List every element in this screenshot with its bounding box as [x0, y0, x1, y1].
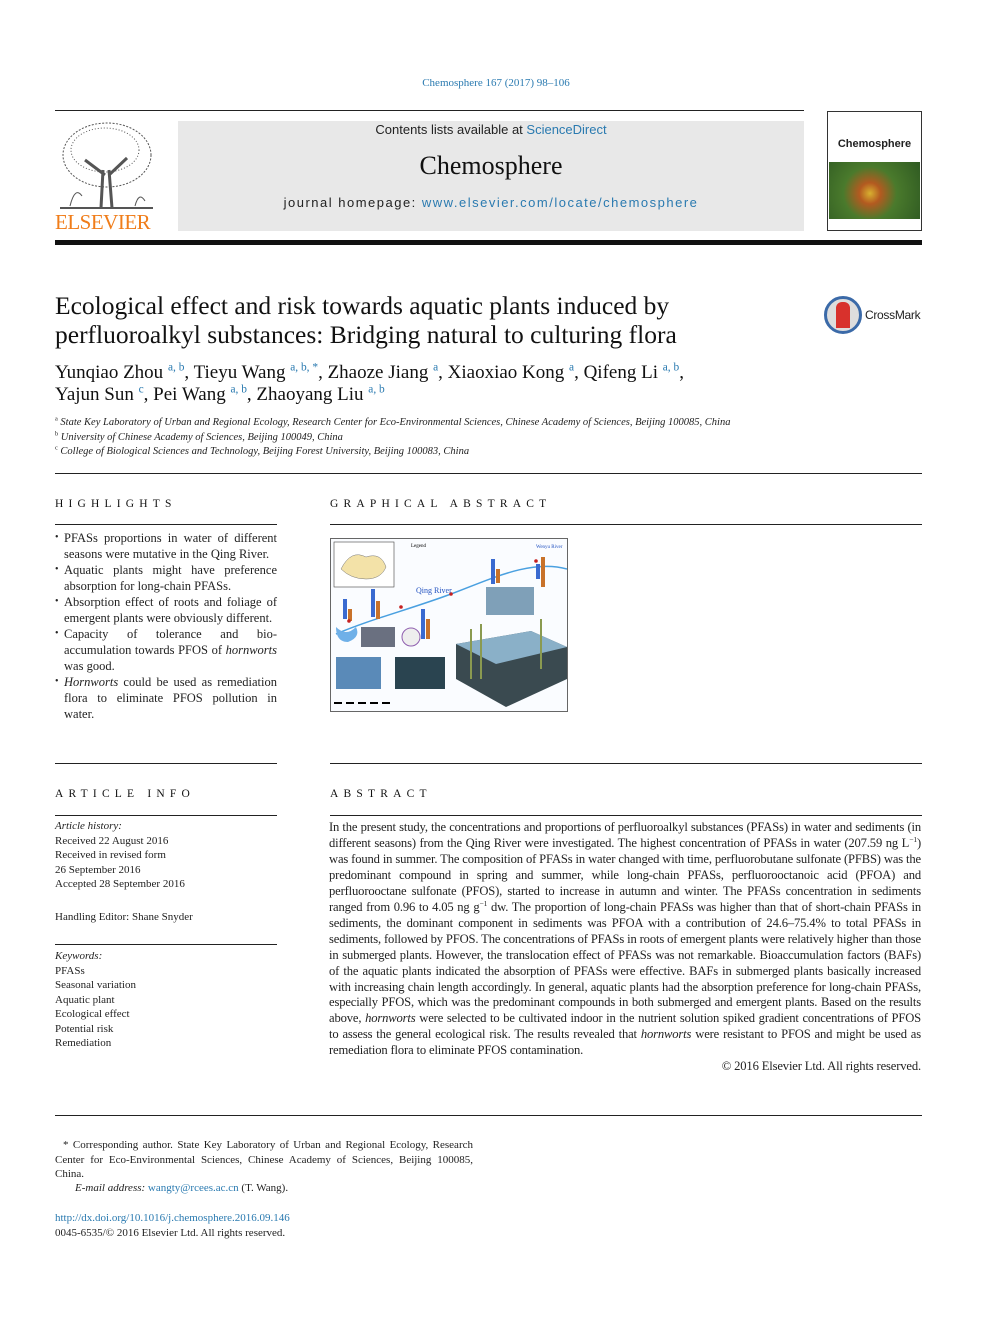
- divider: [330, 763, 922, 764]
- divider: [55, 815, 277, 816]
- graphical-abstract-heading: GRAPHICAL ABSTRACT: [330, 498, 552, 510]
- keywords-label: Keywords:: [55, 950, 103, 962]
- divider: [55, 110, 804, 111]
- author[interactable]: Yajun Sun c: [55, 384, 144, 405]
- history-item: 26 September 2016: [55, 863, 141, 876]
- divider: [55, 1115, 922, 1116]
- highlights-list: PFASs proportions in water of different …: [55, 530, 277, 722]
- divider: [55, 944, 277, 945]
- article-info-heading: ARTICLE INFO: [55, 788, 195, 800]
- author[interactable]: Tieyu Wang a, b, *: [194, 362, 319, 383]
- abstract-heading: ABSTRACT: [330, 788, 432, 800]
- keywords: Keywords: PFASs Seasonal variation Aquat…: [55, 949, 277, 1051]
- elsevier-logo: ELSEVIER: [55, 120, 155, 235]
- divider: [330, 524, 922, 525]
- author[interactable]: Yunqiao Zhou a, b: [55, 362, 184, 383]
- abstract-copyright: © 2016 Elsevier Ltd. All rights reserved…: [721, 1059, 921, 1074]
- divider: [55, 763, 277, 764]
- abstract-body: In the present study, the concentrations…: [329, 820, 921, 1075]
- journal-name: Chemosphere: [419, 151, 563, 180]
- keyword: Potential risk: [55, 1022, 114, 1035]
- crossmark-label: CrossMark: [865, 308, 921, 322]
- journal-banner: Contents lists available at ScienceDirec…: [178, 121, 804, 231]
- graphical-abstract-figure: Qing River Wenyu River Legend: [333, 541, 567, 707]
- corresponding-author-note: * Corresponding author. State Key Labora…: [55, 1139, 473, 1180]
- email-line: E-mail address: wangty@rcees.ac.cn (T. W…: [75, 1182, 289, 1194]
- email-link[interactable]: wangty@rcees.ac.cn: [148, 1182, 239, 1194]
- divider: [55, 240, 922, 245]
- divider: [330, 815, 922, 816]
- keyword: Remediation: [55, 1037, 112, 1049]
- homepage-prefix: journal homepage:: [283, 195, 422, 210]
- ga-label-wenyu-river: Wenyu River: [536, 545, 563, 550]
- contents-prefix: Contents lists available at: [375, 122, 527, 137]
- sciencedirect-link[interactable]: ScienceDirect: [526, 122, 606, 137]
- crossmark-icon: [824, 296, 862, 334]
- highlight-item: Capacity of tolerance and bio-accumulati…: [55, 626, 277, 674]
- author[interactable]: Pei Wang a, b: [153, 384, 247, 405]
- ga-label-qing-river: Qing River: [416, 586, 452, 595]
- highlights-heading: HIGHLIGHTS: [55, 498, 177, 510]
- affiliation: a State Key Laboratory of Urban and Regi…: [55, 415, 731, 428]
- divider: [55, 524, 277, 525]
- highlight-item: Absorption effect of roots and foliage o…: [55, 594, 277, 626]
- graphical-abstract-image[interactable]: Qing River Wenyu River Legend: [330, 538, 568, 712]
- handling-editor: Handling Editor: Shane Snyder: [55, 910, 193, 923]
- keyword: Ecological effect: [55, 1008, 130, 1020]
- article-title: Ecological effect and risk towards aquat…: [55, 291, 677, 349]
- journal-cover: Chemosphere: [827, 111, 922, 231]
- history-item: Accepted 28 September 2016: [55, 878, 185, 890]
- abstract-text: In the present study, the concentrations…: [329, 820, 922, 1058]
- author[interactable]: Zhaoze Jiang a: [328, 362, 439, 383]
- divider: [55, 473, 922, 474]
- author[interactable]: Qifeng Li a, b: [584, 362, 680, 383]
- ga-label-legend: Legend: [411, 544, 426, 549]
- elsevier-wordmark: ELSEVIER: [55, 210, 151, 234]
- elsevier-tree-icon: [60, 122, 153, 209]
- journal-citation[interactable]: Chemosphere 167 (2017) 98–106: [0, 77, 992, 89]
- crossmark-button[interactable]: CrossMark: [824, 296, 921, 334]
- issn-copyright: 0045-6535/© 2016 Elsevier Ltd. All right…: [55, 1227, 286, 1239]
- article-history: Article history: Received 22 August 2016…: [55, 819, 277, 924]
- affiliation: c College of Biological Sciences and Tec…: [55, 444, 470, 457]
- history-item: Received in revised form: [55, 849, 166, 861]
- author-list: Yunqiao Zhou a, b, Tieyu Wang a, b, *, Z…: [55, 361, 684, 405]
- author[interactable]: Xiaoxiao Kong a: [448, 362, 574, 383]
- highlight-item: Hornworts could be used as remediation f…: [55, 674, 277, 722]
- homepage-line: journal homepage: www.elsevier.com/locat…: [178, 195, 804, 210]
- highlight-item: PFASs proportions in water of different …: [55, 530, 277, 562]
- affiliation: b University of Chinese Academy of Scien…: [55, 430, 343, 443]
- author[interactable]: Zhaoyang Liu a, b: [256, 384, 384, 405]
- affiliations: a State Key Laboratory of Urban and Regi…: [55, 416, 855, 460]
- history-item: Received 22 August 2016: [55, 834, 169, 847]
- keyword: PFASs: [55, 964, 85, 977]
- cover-title: Chemosphere: [837, 138, 912, 150]
- homepage-link[interactable]: www.elsevier.com/locate/chemosphere: [422, 195, 699, 210]
- contents-line: Contents lists available at ScienceDirec…: [178, 122, 804, 137]
- cover-image: [829, 162, 920, 219]
- keyword: Aquatic plant: [55, 993, 115, 1006]
- doi-link[interactable]: http://dx.doi.org/10.1016/j.chemosphere.…: [55, 1211, 290, 1226]
- highlight-item: Aquatic plants might have preference abs…: [55, 562, 277, 594]
- history-label: Article history:: [55, 820, 122, 832]
- keyword: Seasonal variation: [55, 979, 136, 991]
